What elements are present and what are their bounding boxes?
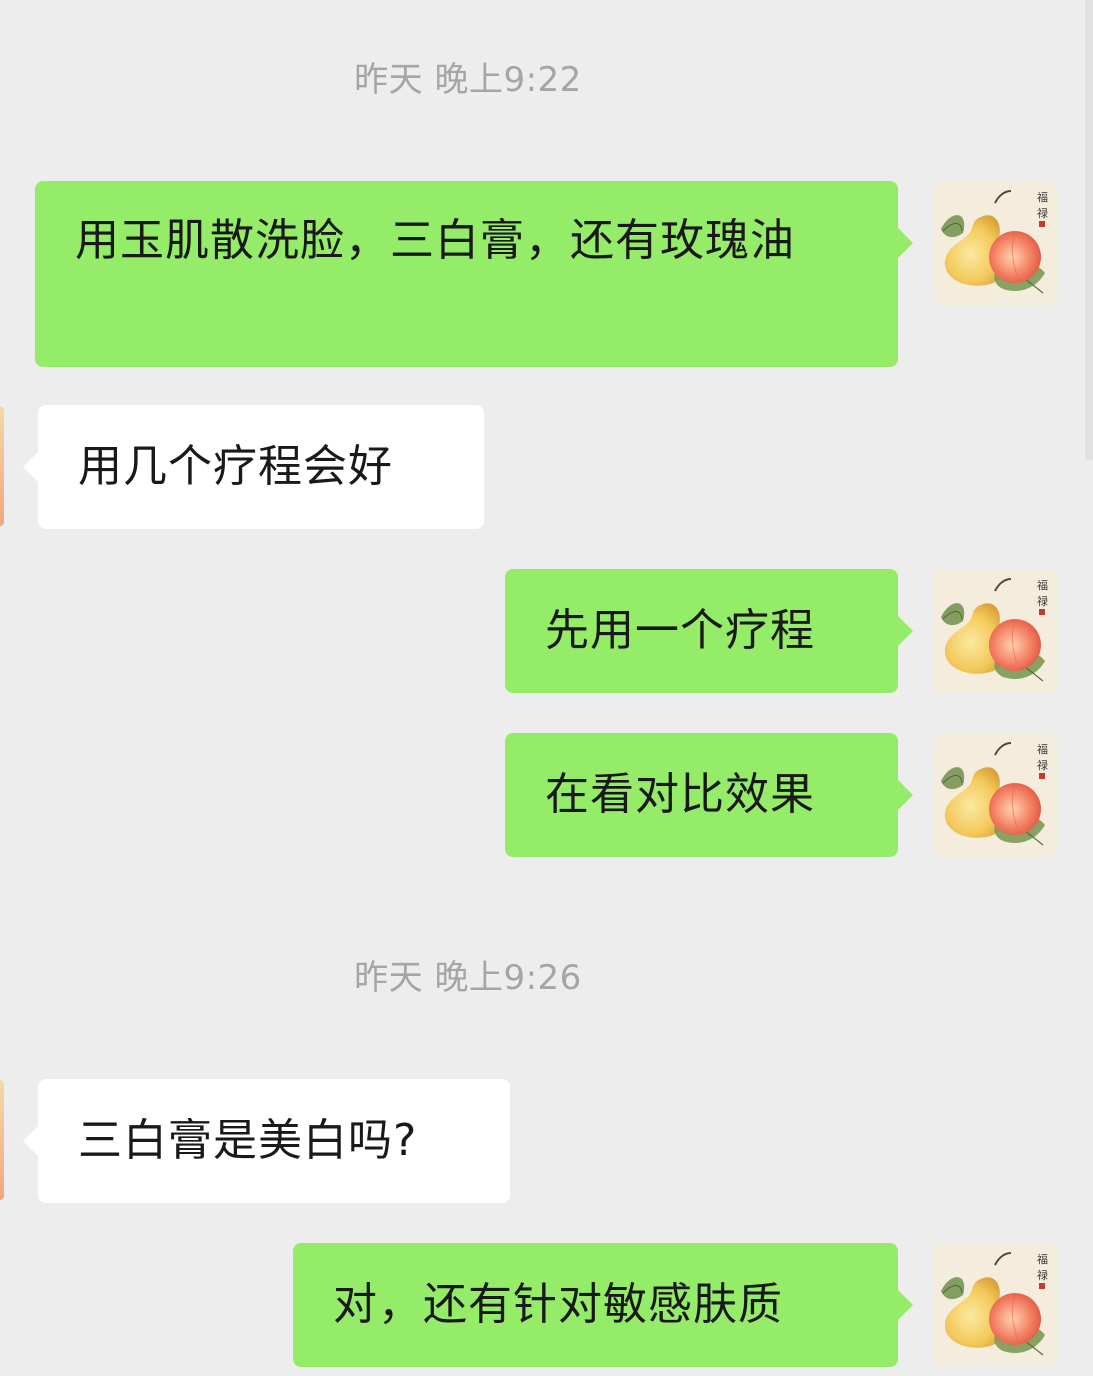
- bubble-tail: [897, 227, 913, 259]
- bubble-tail: [897, 779, 913, 811]
- sent-message-bubble[interactable]: 对，还有针对敏感肤质: [293, 1243, 913, 1367]
- received-message-bubble[interactable]: 三白膏是美白吗?: [23, 1079, 510, 1203]
- message-text: 在看对比效果: [545, 769, 815, 820]
- message-text: 用几个疗程会好: [78, 441, 393, 492]
- pear-peach-painting-icon: [933, 1243, 1058, 1368]
- message-text: 先用一个疗程: [545, 605, 815, 656]
- my-avatar[interactable]: [933, 569, 1058, 694]
- timestamp: 昨天 晚上9:26: [354, 958, 582, 998]
- my-avatar[interactable]: [933, 733, 1058, 858]
- sent-message-bubble[interactable]: 在看对比效果: [505, 733, 913, 857]
- chat-window[interactable]: 昨天 晚上9:22 用玉肌散洗脸，三白膏，还有玫瑰油 用几个疗程会好 先用一个疗…: [0, 0, 1093, 1376]
- my-avatar[interactable]: [933, 1243, 1058, 1368]
- sent-message-bubble[interactable]: 先用一个疗程: [505, 569, 913, 693]
- pear-peach-painting-icon: [933, 733, 1058, 858]
- my-avatar[interactable]: [933, 181, 1058, 306]
- message-text: 三白膏是美白吗?: [78, 1115, 418, 1166]
- bubble-tail: [23, 451, 39, 483]
- sent-message-bubble[interactable]: 用玉肌散洗脸，三白膏，还有玫瑰油: [35, 181, 913, 367]
- scrollbar[interactable]: [1085, 0, 1093, 460]
- pear-peach-painting-icon: [933, 181, 1058, 306]
- contact-avatar[interactable]: [0, 1080, 4, 1200]
- message-text: 用玉肌散洗脸，三白膏，还有玫瑰油: [75, 215, 795, 266]
- bubble-tail: [897, 1289, 913, 1321]
- bubble-tail: [23, 1125, 39, 1157]
- contact-avatar[interactable]: [0, 406, 4, 526]
- received-message-bubble[interactable]: 用几个疗程会好: [23, 405, 484, 529]
- pear-peach-painting-icon: [933, 569, 1058, 694]
- timestamp: 昨天 晚上9:22: [354, 60, 582, 100]
- bubble-tail: [897, 615, 913, 647]
- message-text: 对，还有针对敏感肤质: [333, 1279, 783, 1330]
